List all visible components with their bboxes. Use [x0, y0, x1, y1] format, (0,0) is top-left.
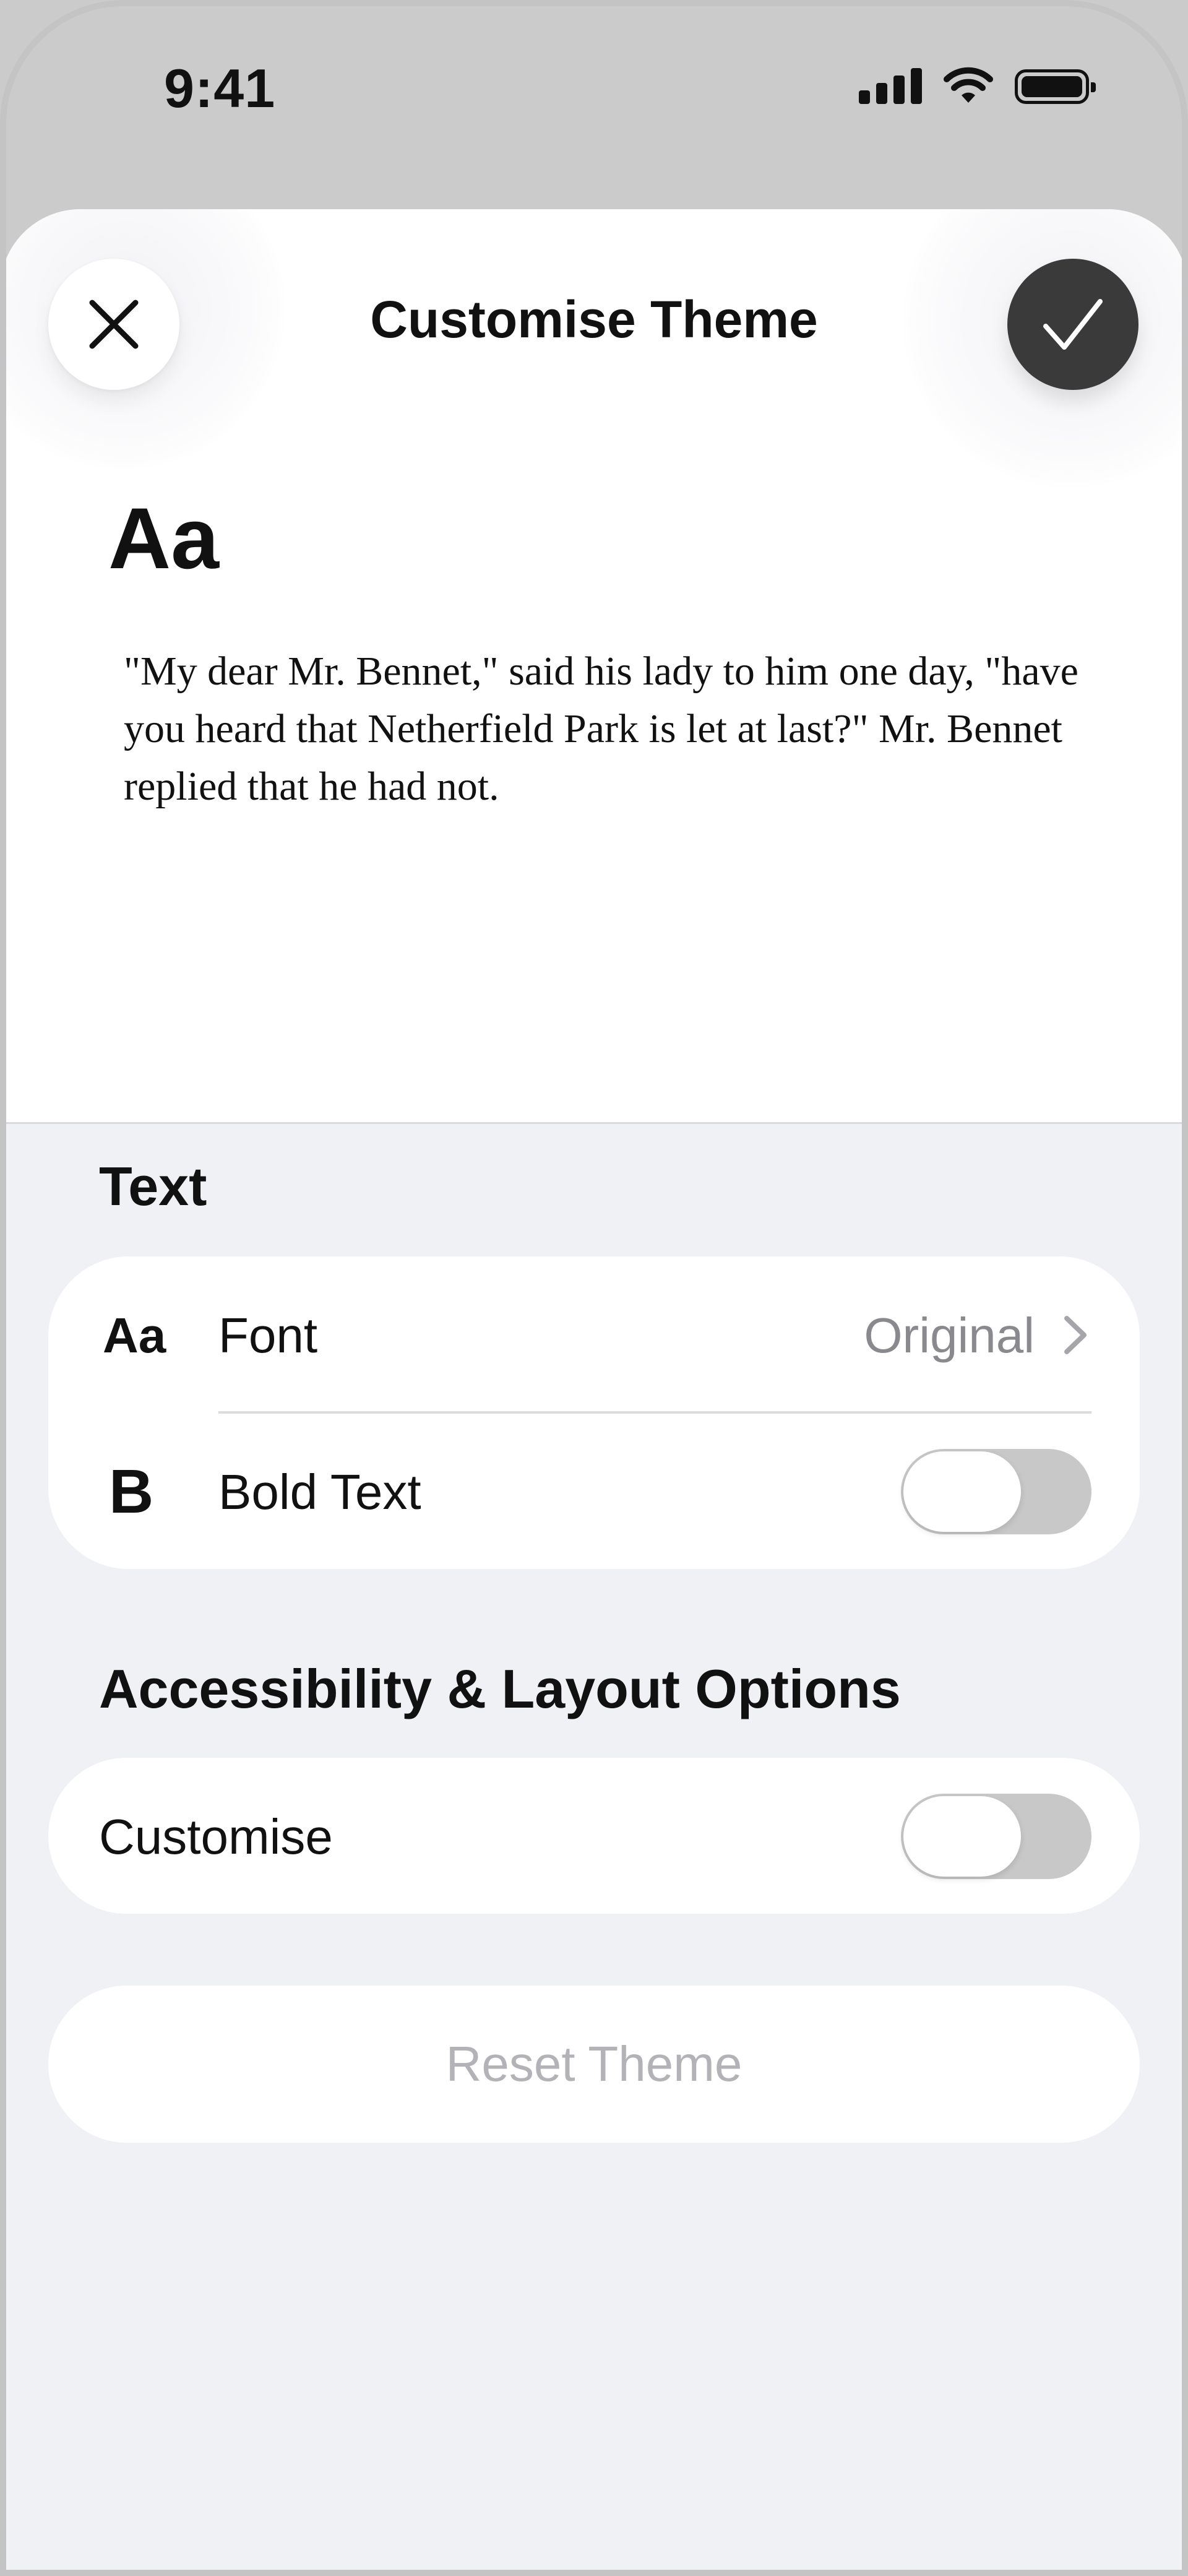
- font-aa-icon: Aa: [103, 1308, 166, 1363]
- font-row-label: Font: [218, 1308, 318, 1363]
- done-button[interactable]: [1007, 259, 1138, 390]
- customise-toggle[interactable]: [901, 1794, 1091, 1879]
- toggle-knob: [903, 1796, 1021, 1877]
- chevron-right-icon: [1064, 1316, 1087, 1354]
- status-icons: [859, 67, 1096, 104]
- theme-preview: Customise Theme Aa "My dear Mr. Bennet,"…: [0, 209, 1188, 1124]
- status-bar: 9:41: [0, 0, 1188, 173]
- checkmark-icon: [1043, 299, 1103, 350]
- font-row[interactable]: Aa Font Original: [48, 1256, 1140, 1412]
- cellular-signal-icon: [859, 67, 922, 104]
- customise-row: Customise: [48, 1758, 1140, 1914]
- text-section-heading: Text: [99, 1156, 207, 1217]
- accessibility-section-heading: Accessibility & Layout Options: [99, 1658, 901, 1719]
- wifi-icon: [944, 67, 993, 103]
- battery-icon: [1015, 69, 1096, 104]
- reset-theme-button[interactable]: Reset Theme: [48, 1986, 1140, 2143]
- accessibility-card: Customise: [48, 1758, 1140, 1914]
- device-screen: 9:41 Customise Theme Aa "My dear Mr. Ben…: [0, 0, 1188, 2576]
- bold-text-label: Bold Text: [218, 1464, 421, 1519]
- bold-text-row: B Bold Text: [48, 1413, 1140, 1569]
- status-time: 9:41: [164, 58, 276, 119]
- bold-text-toggle[interactable]: [901, 1449, 1091, 1534]
- customise-theme-sheet: Customise Theme Aa "My dear Mr. Bennet,"…: [0, 209, 1188, 2576]
- customise-label: Customise: [99, 1809, 333, 1864]
- font-row-value: Original: [864, 1308, 1035, 1363]
- preview-sample-text: "My dear Mr. Bennet," said his lady to h…: [124, 649, 1078, 809]
- text-settings-card: Aa Font Original B Bold Text: [48, 1256, 1140, 1569]
- bold-icon: B: [109, 1457, 154, 1526]
- toggle-knob: [903, 1451, 1021, 1532]
- preview-sample-glyph: Aa: [108, 490, 219, 587]
